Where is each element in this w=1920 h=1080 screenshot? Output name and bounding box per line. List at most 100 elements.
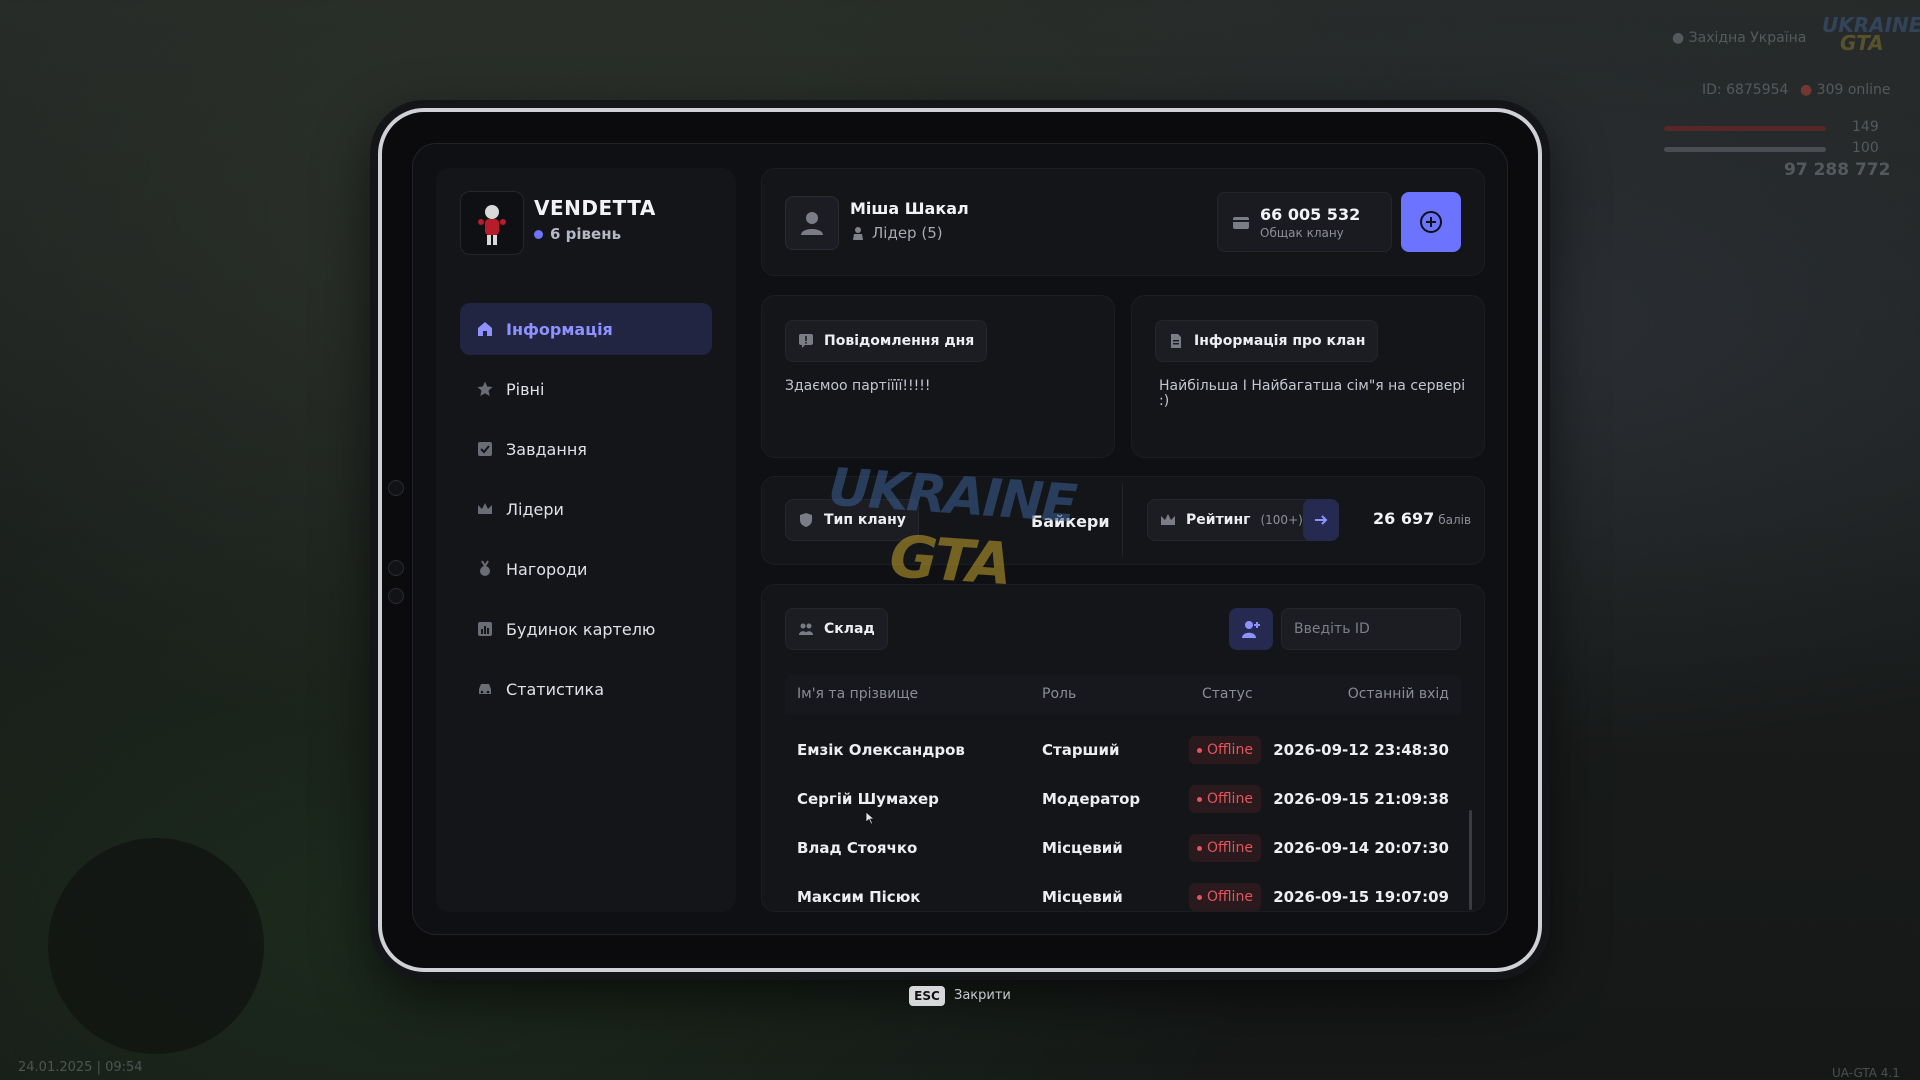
mouse-cursor-icon: [865, 811, 875, 825]
deposit-button[interactable]: [1401, 192, 1461, 252]
sidebar-item-tasks[interactable]: Завдання: [460, 423, 712, 475]
status-badge: Offline: [1189, 883, 1261, 911]
armor-value: 100: [1852, 140, 1879, 156]
member-name: Максим Пісюк: [797, 888, 921, 906]
car-icon: [479, 684, 491, 694]
sidebar-item-info[interactable]: Інформація: [460, 303, 712, 355]
member-last-login: 2026-09-15 21:09:38: [1273, 790, 1449, 808]
version-label: UA-GTA 4.1: [1832, 1066, 1900, 1080]
table-row[interactable]: Максим Пісюк Місцевий Offline 2026-09-15…: [785, 873, 1461, 922]
region-label: ● Західна Україна: [1672, 30, 1807, 46]
armor-bar: [1664, 147, 1826, 152]
hud-logo: UKRAINE GTA: [1822, 13, 1920, 55]
invite-member-button[interactable]: [1229, 608, 1273, 650]
member-name: Сергій Шумахер: [797, 790, 939, 808]
home-icon: [478, 322, 492, 336]
bank-label: Общак клану: [1260, 226, 1344, 240]
esc-key[interactable]: ESC: [909, 986, 945, 1006]
column-role: Роль: [1042, 686, 1077, 702]
wallet-icon: [1233, 217, 1249, 229]
panel-divider: [1122, 484, 1123, 557]
document-icon: [1171, 334, 1181, 348]
member-last-login: 2026-09-12 23:48:30: [1273, 741, 1449, 759]
avatar: [785, 196, 839, 250]
sidebar-item-cartel-house[interactable]: Будинок картелю: [460, 603, 712, 655]
member-role: Модератор: [1042, 790, 1141, 808]
star-icon: [477, 381, 493, 396]
clan-info-title: Інформація про клан: [1155, 320, 1379, 362]
rating-threshold: (100+): [1260, 513, 1303, 527]
leader-name: Міша Шакал: [850, 199, 969, 218]
status-badge: Offline: [1189, 785, 1261, 813]
minimap: [48, 838, 264, 1054]
status-dot-icon: [1197, 894, 1202, 900]
member-last-login: 2026-09-14 20:07:30: [1273, 839, 1449, 857]
player-id: ID: 6875954: [1702, 82, 1789, 98]
sidebar-item-levels[interactable]: Рівні: [460, 363, 712, 415]
clan-emblem-icon: [478, 205, 506, 245]
leader-rank-icon: [853, 227, 863, 240]
roster-title: Склад: [785, 608, 888, 650]
plus-circle-icon: [1420, 211, 1442, 233]
location-pin-icon: ●: [1672, 30, 1685, 46]
health-bar: [1664, 126, 1826, 131]
rating-title: Рейтинг (100+): [1147, 499, 1316, 541]
bank-amount: 66 005 532: [1260, 205, 1361, 224]
clan-info-text: Найбільша І Найбагатша сім"я на сервері …: [1159, 378, 1466, 409]
column-status: Статус: [1202, 686, 1253, 702]
member-name: Емзік Олександров: [797, 741, 965, 759]
sidebar-item-rewards[interactable]: Нагороди: [460, 543, 712, 595]
arrow-right-icon: [1315, 515, 1328, 525]
money-value: 97 288 772: [1784, 160, 1891, 180]
motd-title: Повідомлення дня: [785, 320, 988, 362]
status-dot-icon: [1197, 845, 1202, 851]
column-last-login: Останній вхід: [1347, 686, 1449, 702]
member-role: Старший: [1042, 741, 1120, 759]
member-last-login: 2026-09-15 19:07:09: [1273, 888, 1449, 906]
member-id-input[interactable]: [1281, 608, 1461, 650]
add-user-icon: [1242, 621, 1260, 638]
crown-icon: [478, 503, 492, 514]
crown-icon: [1161, 514, 1175, 525]
datetime: 24.01.2025 | 09:54: [18, 1060, 143, 1075]
status-dot-icon: [1197, 796, 1202, 802]
status-badge: Offline: [1189, 834, 1261, 862]
side-button-1: [388, 480, 404, 496]
side-button-3: [388, 588, 404, 604]
online-count: ● 309 online: [1800, 82, 1891, 98]
member-role: Місцевий: [1042, 888, 1123, 906]
watermark-logo: UKRAINE GTA: [826, 457, 1078, 599]
member-name: Влад Стоячко: [797, 839, 918, 857]
message-icon: [799, 334, 813, 348]
table-row[interactable]: Сергій Шумахер Модератор Offline 2026-09…: [785, 775, 1461, 824]
side-button-2: [388, 560, 404, 576]
member-role: Місцевий: [1042, 839, 1123, 857]
rating-details-button[interactable]: [1303, 499, 1339, 541]
sidebar-item-statistics[interactable]: Статистика: [460, 663, 712, 715]
status-dot-icon: [1197, 747, 1202, 753]
sidebar: [436, 168, 736, 912]
people-icon: [799, 623, 813, 635]
leader-role: Лідер (5): [852, 224, 943, 242]
table-row[interactable]: Влад Стоячко Місцевий Offline 2026-09-14…: [785, 824, 1461, 873]
health-value: 149: [1852, 119, 1879, 135]
rating-points: 26 697 балів: [1373, 509, 1472, 528]
user-icon: [801, 212, 823, 235]
checkbox-icon: [478, 442, 492, 456]
close-label[interactable]: Закрити: [954, 988, 1011, 1003]
table-header: Ім'я та прізвище Роль Статус Останній вх…: [785, 674, 1461, 714]
clan-name: VENDETTA: [534, 196, 656, 220]
online-dot-icon: ●: [1800, 82, 1813, 98]
table-row[interactable]: Емзік Олександров Старший Offline 2026-0…: [785, 726, 1461, 775]
sidebar-item-leaders[interactable]: Лідери: [460, 483, 712, 535]
column-name: Ім'я та прізвище: [797, 686, 919, 702]
status-badge: Offline: [1189, 736, 1261, 764]
roster-scrollbar[interactable]: [1469, 810, 1472, 910]
chart-icon: [478, 622, 492, 636]
clan-level: 6 рівень: [534, 225, 621, 243]
medal-icon: [480, 560, 490, 576]
clan-bank: 66 005 532 Общак клану: [1217, 192, 1392, 252]
clan-logo: [460, 191, 524, 255]
level-dot-icon: [534, 229, 543, 239]
shield-icon: [800, 513, 812, 527]
